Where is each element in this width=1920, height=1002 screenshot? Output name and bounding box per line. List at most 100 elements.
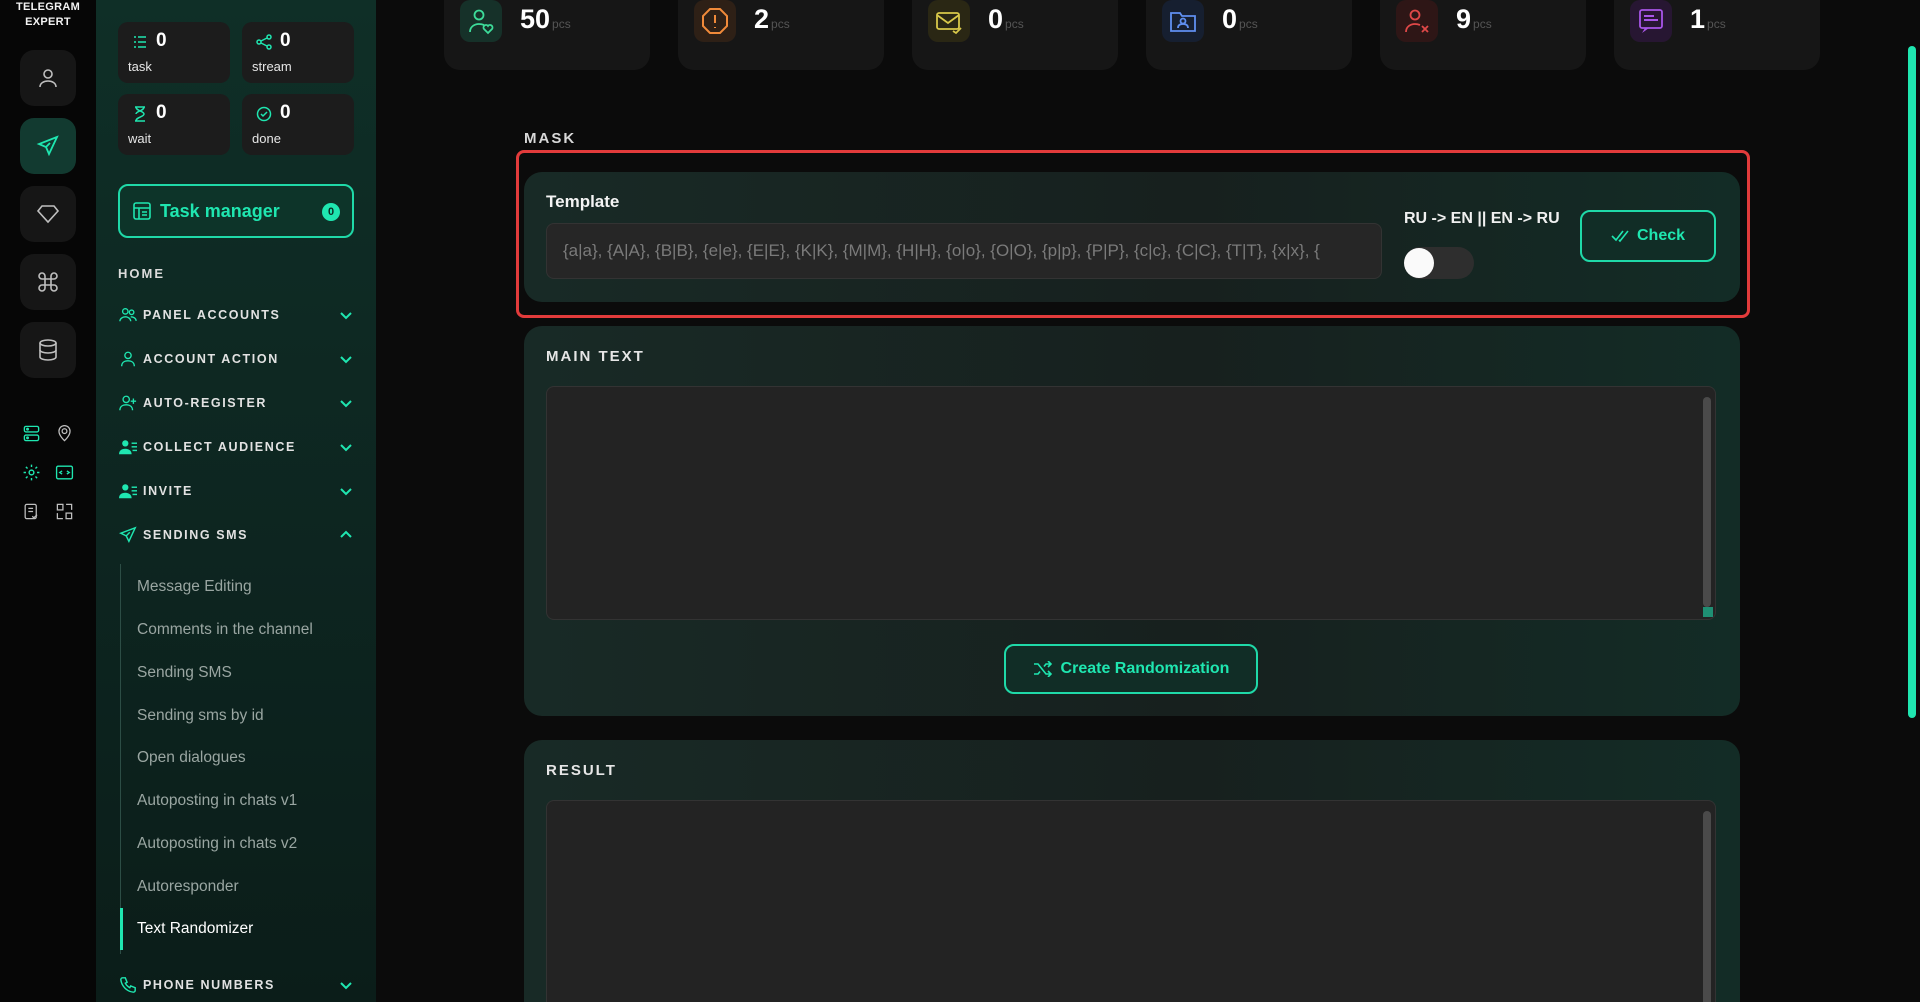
- task-manager-button[interactable]: Task manager 0: [118, 184, 354, 238]
- rail-document-button[interactable]: [19, 499, 43, 523]
- app-root: TELEGRAM EXPERT 0 task 0 stream 0 wait 0…: [0, 0, 1920, 1002]
- result-title: RESULT: [546, 762, 617, 779]
- send-icon: [119, 526, 137, 543]
- rail-command-button[interactable]: [20, 254, 76, 310]
- user-list-icon: [119, 484, 137, 499]
- icon-rail: TELEGRAM EXPERT: [0, 0, 96, 1002]
- rail-database-button[interactable]: [20, 322, 76, 378]
- nav-panel-accounts[interactable]: PANEL ACCOUNTS: [118, 303, 354, 327]
- top-stat-value: 0 pcs: [1222, 4, 1258, 34]
- submenu-sending-sms[interactable]: Sending SMS: [137, 664, 232, 682]
- rail-code-button[interactable]: [52, 460, 76, 484]
- top-stat-warnings: 2 pcs: [678, 0, 884, 70]
- submenu-text-randomizer[interactable]: Text Randomizer: [137, 920, 253, 938]
- rail-server-button[interactable]: [19, 421, 43, 445]
- stat-task-value: 0: [156, 30, 167, 51]
- mail-icon: [936, 12, 962, 35]
- chevron-down-icon: [340, 400, 352, 408]
- chevron-down-icon: [340, 444, 352, 452]
- stat-wait: 0 wait: [118, 94, 230, 155]
- stat-task-label: task: [128, 59, 152, 74]
- rail-send-button[interactable]: [20, 118, 76, 174]
- scan-icon: [56, 503, 72, 519]
- task-manager-icon: [133, 202, 151, 220]
- rail-profile-button[interactable]: [20, 50, 76, 106]
- chevron-up-icon: [340, 530, 352, 538]
- settings-icon: [23, 464, 39, 480]
- diamond-icon: [36, 205, 60, 224]
- command-icon: [38, 272, 58, 292]
- nav-home[interactable]: HOME: [118, 266, 165, 281]
- top-stat-value: 1 pcs: [1690, 4, 1726, 34]
- chevron-down-icon: [340, 982, 352, 990]
- submenu-comments-in-channel[interactable]: Comments in the channel: [137, 621, 313, 639]
- location-icon: [57, 424, 71, 441]
- stat-stream-value: 0: [280, 30, 291, 51]
- chat-list-icon: [1639, 9, 1663, 33]
- textarea-resize-handle[interactable]: [1703, 607, 1713, 617]
- send-icon: [36, 135, 59, 157]
- logo-line-2: EXPERT: [25, 16, 71, 28]
- app-logo[interactable]: TELEGRAM EXPERT: [0, 0, 96, 30]
- top-stat-folder-users: 0 pcs: [1146, 0, 1352, 70]
- chevron-down-icon: [340, 312, 352, 320]
- top-stat-value: 2 pcs: [754, 4, 790, 34]
- result-textarea[interactable]: [546, 800, 1716, 1002]
- highlight-frame: [516, 150, 1750, 318]
- task-manager-count-badge: 0: [322, 203, 340, 221]
- nav-collect-audience[interactable]: COLLECT AUDIENCE: [118, 435, 354, 459]
- document-check-icon: [24, 503, 37, 519]
- code-icon: [55, 464, 73, 480]
- share-icon: [256, 34, 272, 50]
- nav-account-action[interactable]: ACCOUNT ACTION: [118, 347, 354, 371]
- submenu-open-dialogues[interactable]: Open dialogues: [137, 749, 246, 767]
- top-stat-value: 50 pcs: [520, 4, 571, 34]
- nav-auto-register[interactable]: AUTO-REGISTER: [118, 391, 354, 415]
- rail-settings-button[interactable]: [19, 460, 43, 484]
- users-icon: [119, 308, 137, 322]
- warning-octagon-icon: [702, 8, 728, 34]
- rail-scan-button[interactable]: [52, 499, 76, 523]
- top-stat-icon-wrap: [460, 0, 502, 42]
- textarea-scrollbar[interactable]: [1703, 397, 1711, 607]
- user-heart-icon: [469, 9, 494, 35]
- page-scrollbar-thumb[interactable]: [1908, 46, 1916, 718]
- top-stat-active-accounts: 50 pcs: [444, 0, 650, 70]
- rail-location-button[interactable]: [52, 421, 76, 445]
- nav-invite[interactable]: INVITE: [118, 479, 354, 503]
- submenu-autoresponder[interactable]: Autoresponder: [137, 878, 239, 896]
- result-panel: RESULT: [524, 740, 1740, 1002]
- user-x-icon: [1405, 9, 1429, 33]
- database-icon: [39, 339, 57, 361]
- stat-done-label: done: [252, 131, 281, 146]
- hourglass-icon: [135, 106, 145, 122]
- folder-user-icon: [1170, 12, 1196, 32]
- user-plus-icon: [119, 395, 137, 411]
- main-text-textarea[interactable]: [546, 386, 1716, 620]
- submenu-message-editing[interactable]: Message Editing: [137, 578, 252, 596]
- sending-sms-submenu: Message Editing Comments in the channel …: [120, 564, 354, 954]
- stat-stream: 0 stream: [242, 22, 354, 83]
- stat-task: 0 task: [118, 22, 230, 83]
- server-icon: [23, 425, 39, 441]
- nav-sending-sms[interactable]: SENDING SMS: [118, 523, 354, 547]
- phone-icon: [120, 977, 136, 993]
- stat-done: 0 done: [242, 94, 354, 155]
- mask-section-label: MASK: [524, 130, 577, 147]
- submenu-autoposting-v1[interactable]: Autoposting in chats v1: [137, 792, 297, 810]
- nav-phone-numbers[interactable]: PHONE NUMBERS: [118, 973, 354, 997]
- main-text-title: MAIN TEXT: [546, 348, 645, 365]
- main-content: 50 pcs 2 pcs 0 pcs 0 pcs 9 pcs 1 pcs MAS…: [376, 0, 1920, 1002]
- create-randomization-button[interactable]: Create Randomization: [1004, 644, 1258, 694]
- submenu-sending-sms-by-id[interactable]: Sending sms by id: [137, 707, 264, 725]
- rail-diamond-button[interactable]: [20, 186, 76, 242]
- main-text-panel: MAIN TEXT Create Randomization: [524, 326, 1740, 716]
- top-stat-icon-wrap: [1396, 0, 1438, 42]
- result-scrollbar[interactable]: [1703, 811, 1711, 1002]
- logo-line-1: TELEGRAM: [15, 1, 81, 13]
- top-stat-icon-wrap: [928, 0, 970, 42]
- task-manager-label: Task manager: [160, 200, 280, 221]
- page-scrollbar[interactable]: [1904, 0, 1920, 1002]
- submenu-autoposting-v2[interactable]: Autoposting in chats v2: [137, 835, 297, 853]
- submenu-active-indicator: [120, 908, 123, 950]
